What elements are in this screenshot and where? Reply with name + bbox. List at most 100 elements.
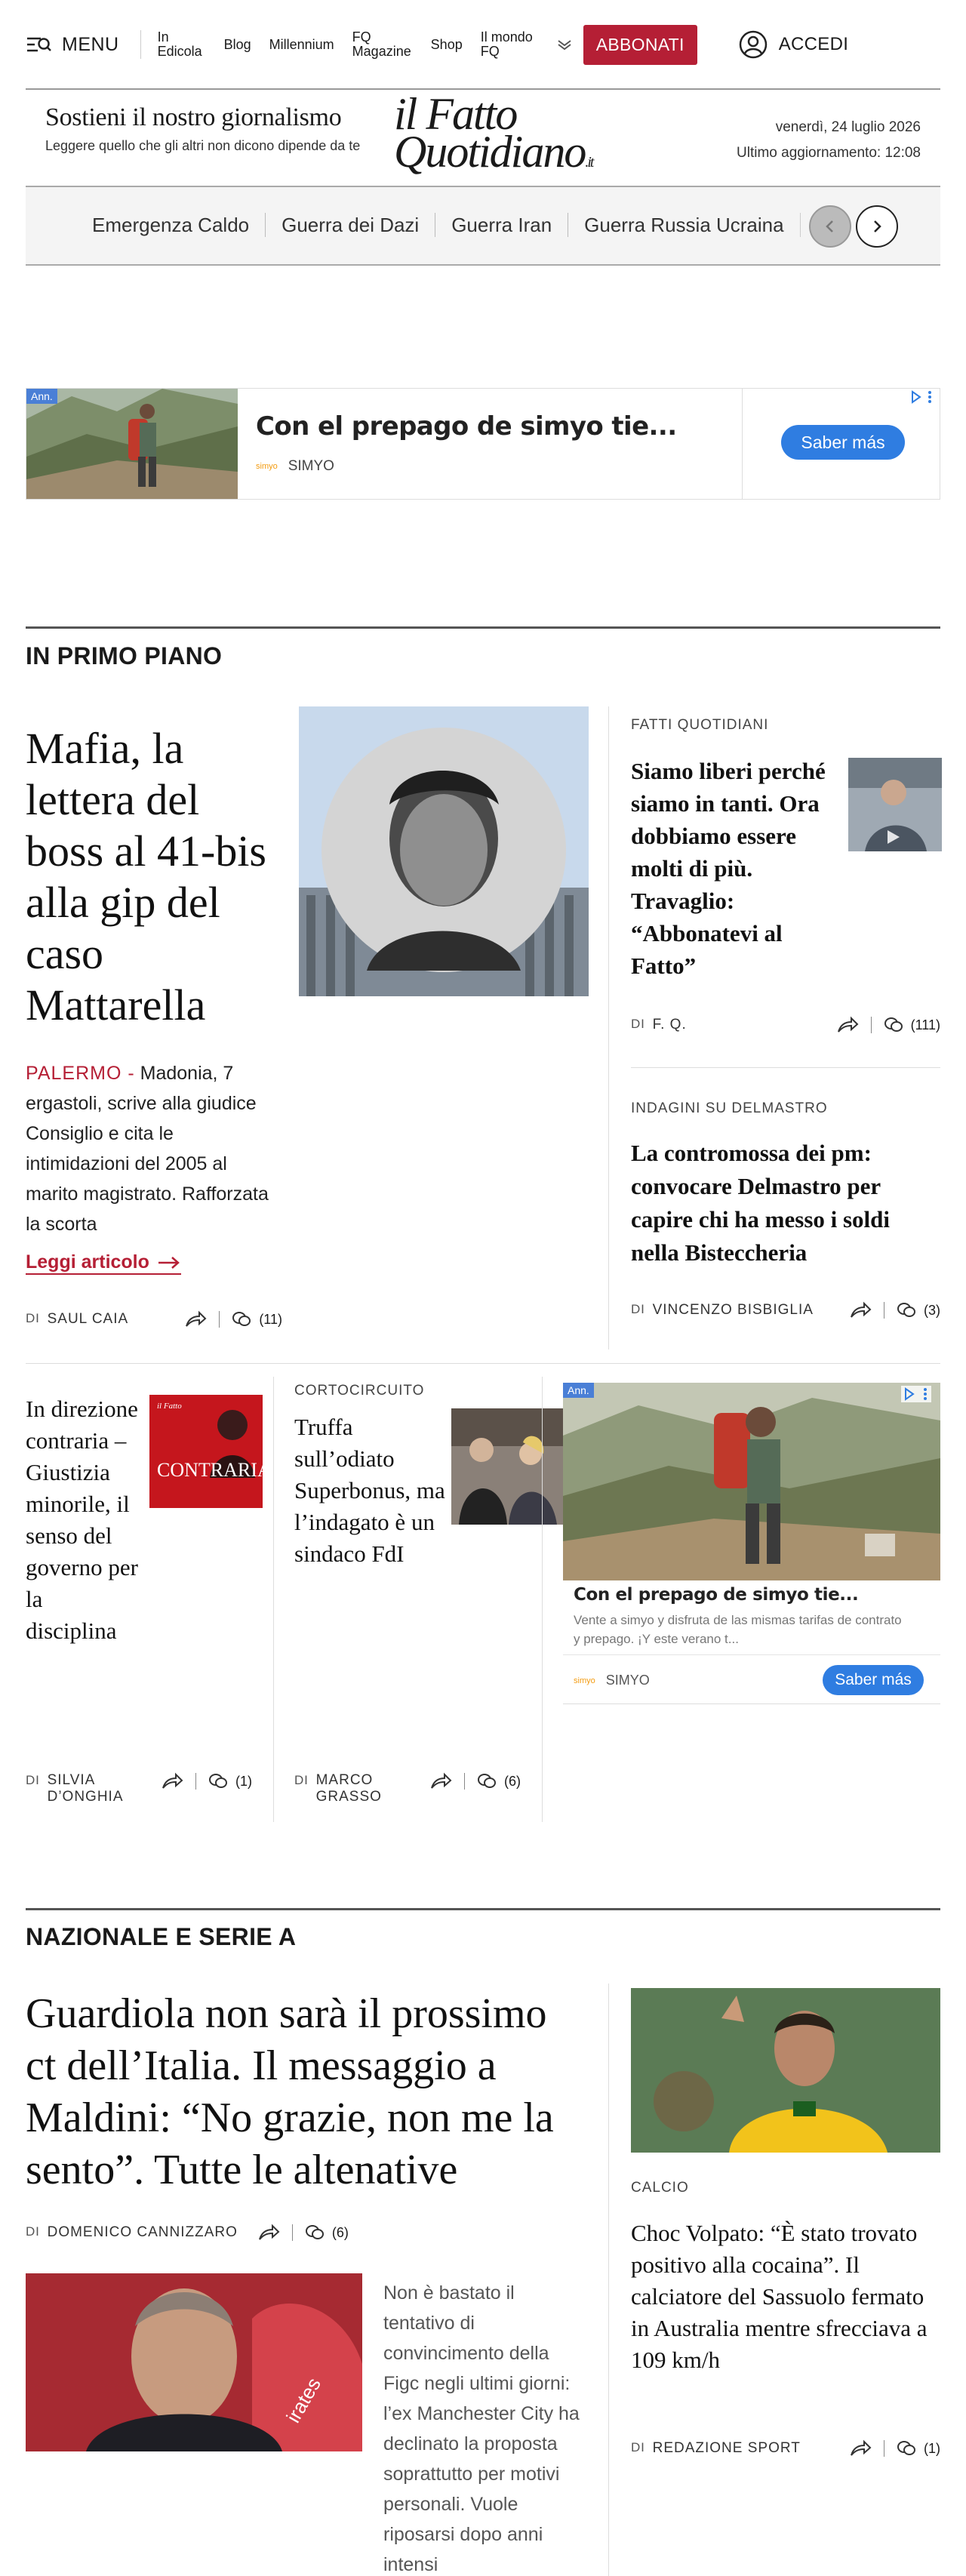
tagline-title: Sostieni il nostro giornalismo	[45, 103, 342, 131]
site-logo[interactable]: il Fatto Quotidiano.it	[394, 91, 594, 175]
serie-a-side-image[interactable]	[631, 1988, 940, 2153]
column-divider	[608, 1984, 609, 2576]
chevron-down-icon[interactable]	[556, 38, 573, 51]
serie-a-image[interactable]: irates	[26, 2273, 362, 2451]
serie-a-side-headline[interactable]: Choc Volpato: “È stato trovato positivo …	[631, 2217, 940, 2376]
ad-banner[interactable]: Ann. Con el prepago de simyo tie... simy…	[26, 388, 940, 500]
author-link[interactable]: REDAZIONE SPORT	[653, 2440, 801, 2457]
ad-divider	[742, 389, 743, 499]
section-divider	[26, 626, 940, 629]
lead-summary-text: Madonia, 7 ergastoli, scrive alla giudic…	[26, 1063, 269, 1235]
ad-cta-button[interactable]: Saber más	[781, 425, 905, 460]
comment-icon[interactable]	[884, 1016, 903, 1034]
side1-actions: (111)	[836, 1016, 940, 1034]
side1-kicker[interactable]: FATTI QUOTIDIANI	[631, 717, 768, 734]
card2-headline[interactable]: Truffa sull’odiato Superbonus, ma l’inda…	[294, 1411, 445, 1570]
author-link[interactable]: VINCENZO BISBIGLIA	[653, 1302, 814, 1319]
tagline-subtitle: Leggere quello che gli altri non dicono …	[45, 138, 361, 153]
svg-text:il Fatto: il Fatto	[157, 1402, 182, 1411]
share-icon[interactable]	[849, 1301, 872, 1319]
serie-a-side-actions: (1)	[849, 2439, 940, 2458]
ad-card-title[interactable]: Con el prepago de simyo tie...	[574, 1585, 859, 1605]
author-link[interactable]: DOMENICO CANNIZZARO	[48, 2224, 238, 2241]
serie-a-headline[interactable]: Guardiola non sarà il prossimo ct dell’I…	[26, 1988, 577, 2196]
share-icon[interactable]	[257, 2224, 280, 2242]
login-button[interactable]: ACCEDI	[738, 29, 848, 60]
share-icon[interactable]	[161, 1772, 183, 1790]
topic-tag[interactable]: Emergenza Caldo	[66, 213, 266, 237]
topic-tag[interactable]: Guerra Russia Ucraina	[568, 213, 801, 237]
last-update: Ultimo aggiornamento: 12:08	[737, 145, 921, 161]
card2-kicker[interactable]: CORTOCIRCUITO	[294, 1383, 424, 1399]
author-link[interactable]: SILVIA D’ONGHIA	[48, 1772, 139, 1805]
share-icon[interactable]	[184, 1310, 207, 1328]
card1-actions: (1)	[161, 1772, 252, 1790]
ad-brand: simyo SIMYO	[256, 458, 334, 474]
row-divider	[26, 1363, 940, 1364]
serie-a-side-kicker[interactable]: CALCIO	[631, 2180, 689, 2196]
ad-image: Ann.	[26, 389, 238, 499]
serie-a-side-byline: DI REDAZIONE SPORT	[631, 2440, 801, 2457]
side2-kicker[interactable]: INDAGINI SU DELMASTRO	[631, 1100, 828, 1117]
lead-headline[interactable]: Mafia, la lettera del boss al 41-bis all…	[26, 723, 275, 1031]
nav-link-blog[interactable]: Blog	[224, 37, 251, 52]
card1-byline: DI SILVIA D’ONGHIA	[26, 1772, 139, 1805]
support-tagline[interactable]: Sostieni il nostro giornalismo Leggere q…	[45, 103, 377, 154]
ad-card-image: Ann.	[563, 1383, 940, 1580]
comment-icon[interactable]	[232, 1310, 251, 1328]
nav-link-shop[interactable]: Shop	[431, 37, 463, 52]
lead-image[interactable]	[299, 706, 589, 996]
menu-button[interactable]: MENU	[26, 34, 119, 56]
comment-icon[interactable]	[305, 2224, 325, 2242]
nav-divider	[140, 30, 141, 59]
ad-card-divider	[563, 1654, 940, 1655]
share-icon[interactable]	[849, 2439, 872, 2458]
card1-headline[interactable]: In direzione contraria – Giustizia minor…	[26, 1393, 139, 1647]
comment-count: (111)	[910, 1017, 940, 1033]
svg-text:CONTRARIA: CONTRARIA	[157, 1459, 263, 1481]
topic-tag[interactable]: Guerra Iran	[435, 213, 569, 237]
ad-title[interactable]: Con el prepago de simyo tie...	[256, 411, 677, 442]
column-divider	[608, 706, 609, 1350]
subscribe-button[interactable]: ABBONATI	[583, 24, 697, 65]
tags-next-button[interactable]	[856, 205, 898, 248]
share-icon[interactable]	[429, 1772, 452, 1790]
read-more-link[interactable]: Leggi articolo	[26, 1251, 181, 1275]
ad-card[interactable]: Ann. Con el prepago de simyo tie... Vent…	[563, 1383, 940, 1704]
nav-link-in-edicola[interactable]: In Edicola	[158, 30, 206, 59]
card2-thumbnail[interactable]	[451, 1408, 565, 1525]
simyo-logo-icon: simyo	[256, 462, 278, 471]
topic-tag[interactable]: Guerra dei Dazi	[266, 213, 436, 237]
share-icon[interactable]	[836, 1016, 859, 1034]
card2-actions: (6)	[429, 1772, 521, 1790]
adchoices-icon[interactable]	[901, 1386, 931, 1402]
ad-card-cta-button[interactable]: Saber más	[823, 1665, 924, 1695]
topic-tags: Emergenza Caldo Guerra dei Dazi Guerra I…	[66, 213, 856, 237]
nav-link-mondo-fq[interactable]: Il mondo FQ	[481, 30, 544, 59]
lead-actions: (11)	[184, 1310, 282, 1328]
side1-thumbnail[interactable]	[848, 758, 942, 851]
date-info: venerdì, 24 luglio 2026 Ultimo aggiornam…	[737, 115, 921, 166]
nav-link-millennium[interactable]: Millennium	[269, 37, 334, 52]
user-circle-icon	[738, 29, 768, 60]
section-title-primo-piano: IN PRIMO PIANO	[26, 642, 223, 669]
adchoices-icon[interactable]	[909, 389, 935, 405]
ad-card-description: Vente a simyo y disfruta de las mismas t…	[574, 1613, 902, 1646]
card1-thumbnail[interactable]: il Fatto CONTRARIA	[149, 1395, 263, 1508]
tags-prev-button[interactable]	[809, 205, 851, 248]
topics-bar: Emergenza Caldo Guerra dei Dazi Guerra I…	[26, 186, 940, 266]
nav-link-fq-magazine[interactable]: FQ Magazine	[352, 30, 413, 59]
card2-meta: DI MARCO GRASSO (6)	[294, 1772, 521, 1805]
comment-icon[interactable]	[897, 2439, 916, 2458]
side1-headline[interactable]: Siamo liberi perché siamo in tanti. Ora …	[631, 755, 842, 982]
author-link[interactable]: SAUL CAIA	[48, 1311, 129, 1328]
comment-icon[interactable]	[897, 1301, 916, 1319]
side2-headline[interactable]: La contromossa dei pm: convocare Delmast…	[631, 1137, 940, 1270]
arrow-right-icon	[157, 1255, 181, 1270]
chevron-left-icon	[824, 218, 836, 235]
comment-icon[interactable]	[477, 1772, 497, 1790]
current-date: venerdì, 24 luglio 2026	[775, 119, 921, 135]
author-link[interactable]: MARCO GRASSO	[316, 1772, 408, 1805]
comment-icon[interactable]	[208, 1772, 228, 1790]
author-link[interactable]: F. Q.	[653, 1017, 687, 1033]
